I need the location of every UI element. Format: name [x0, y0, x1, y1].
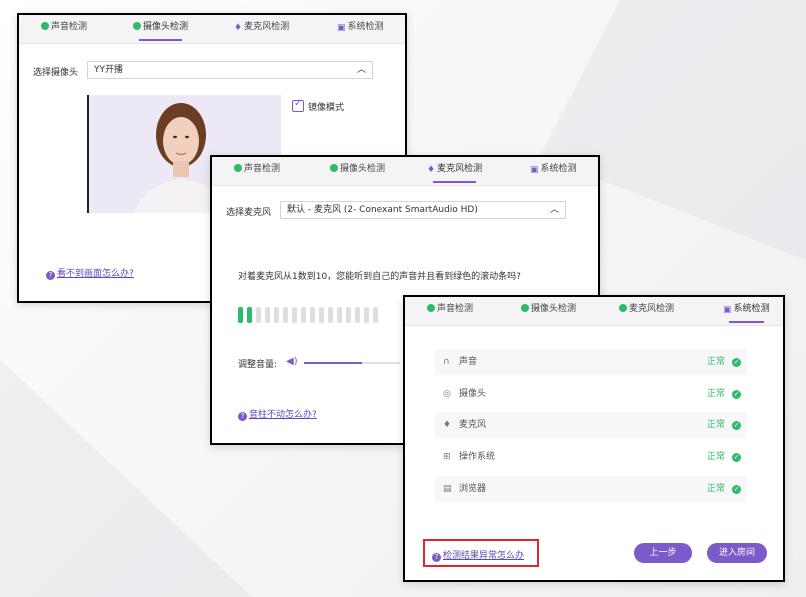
camera-icon: ◎ — [443, 389, 451, 399]
tab-bar: 声音检测 摄像头检测 ♦ 麦克风检测 ▣ 系统检测 — [19, 15, 405, 44]
system-check-panel: 声音检测 摄像头检测 麦克风检测 ▣ 系统检测 ∩ 声音 正常 ✓ ◎ 摄像头 正… — [403, 295, 785, 582]
system-item-browser: ▤ 浏览器 正常 ✓ — [435, 476, 747, 502]
check-circle-icon: ✓ — [732, 485, 741, 494]
system-item-sound: ∩ 声音 正常 ✓ — [435, 349, 747, 375]
camera-help-link[interactable]: ? 看不到画面怎么办? — [46, 266, 134, 280]
level-bar — [283, 307, 288, 323]
enter-room-button[interactable]: 进入房间 — [707, 543, 767, 563]
chevron-up-icon: ︿ — [356, 65, 366, 75]
system-item-os: ⊞ 操作系统 正常 ✓ — [435, 444, 747, 470]
headphones-icon: ∩ — [443, 357, 450, 367]
microphone-help-link[interactable]: ? 音柱不动怎么办? — [238, 407, 317, 421]
system-help-text: 检测结果异常怎么办 — [443, 551, 525, 561]
level-bar — [337, 307, 342, 323]
level-bar — [328, 307, 333, 323]
question-circle-icon: ? — [46, 271, 55, 280]
camera-select-value: YY开播 — [94, 65, 123, 75]
tab-camera[interactable]: 摄像头检测 — [133, 15, 188, 43]
speaker-icon: ◀) — [286, 356, 298, 367]
browser-icon: ▤ — [443, 484, 452, 494]
tab-sound[interactable]: 声音检测 — [234, 157, 280, 185]
level-bar — [373, 307, 378, 323]
microphone-help-text: 音柱不动怎么办? — [249, 410, 317, 420]
level-bar — [256, 307, 261, 323]
microphone-select-label: 选择麦克风 — [226, 208, 272, 218]
tab-microphone[interactable]: ♦ 麦克风检测 — [234, 15, 289, 43]
level-bar — [364, 307, 369, 323]
level-bar — [274, 307, 279, 323]
level-bar — [292, 307, 297, 323]
volume-label: 调整音量: — [238, 360, 278, 370]
check-circle-icon — [427, 304, 435, 312]
tab-camera[interactable]: 摄像头检测 — [330, 157, 385, 185]
level-bar — [238, 307, 243, 323]
volume-slider[interactable] — [304, 362, 400, 364]
microphone-level-meter — [238, 307, 388, 323]
check-circle-icon: ✓ — [732, 358, 741, 367]
level-bar — [319, 307, 324, 323]
microphone-icon: ♦ — [234, 23, 243, 33]
chevron-up-icon: ︿ — [549, 205, 559, 215]
tab-sound[interactable]: 声音检测 — [41, 15, 87, 43]
check-circle-icon: ✓ — [732, 453, 741, 462]
level-bar — [247, 307, 252, 323]
windows-icon: ⊞ — [443, 452, 451, 462]
tab-bar: 声音检测 摄像头检测 麦克风检测 ▣ 系统检测 — [405, 297, 783, 326]
tab-camera[interactable]: 摄像头检测 — [521, 297, 576, 325]
camera-help-text: 看不到画面怎么办? — [57, 269, 134, 279]
monitor-icon: ▣ — [337, 23, 346, 33]
microphone-select-value: 默认 - 麦克风 (2- Conexant SmartAudio HD) — [287, 205, 478, 215]
checkmark-icon: ✓ — [294, 98, 303, 109]
monitor-icon: ▣ — [723, 305, 732, 315]
microphone-instruction: 对着麦克风从1数到10，您能听到自己的声音并且看到绿色的滚动条吗? — [238, 272, 521, 282]
check-circle-icon: ✓ — [732, 390, 741, 399]
system-item-camera: ◎ 摄像头 正常 ✓ — [435, 381, 747, 407]
prev-step-button[interactable]: 上一步 — [634, 543, 692, 563]
camera-select[interactable]: YY开播 ︿ — [87, 61, 373, 79]
check-circle-icon — [234, 164, 242, 172]
system-help-link[interactable]: ? 检测结果异常怎么办 — [432, 548, 524, 562]
mirror-mode-label: 镜像模式 — [308, 103, 345, 113]
tab-system[interactable]: ▣ 系统检测 — [723, 297, 770, 325]
check-circle-icon — [521, 304, 529, 312]
microphone-icon: ♦ — [443, 420, 452, 430]
check-circle-icon: ✓ — [732, 421, 741, 430]
tab-microphone[interactable]: 麦克风检测 — [619, 297, 674, 325]
level-bar — [301, 307, 306, 323]
level-bar — [346, 307, 351, 323]
tab-bar: 声音检测 摄像头检测 ♦ 麦克风检测 ▣ 系统检测 — [212, 157, 598, 186]
tab-sound[interactable]: 声音检测 — [427, 297, 473, 325]
level-bar — [310, 307, 315, 323]
check-circle-icon — [41, 22, 49, 30]
check-circle-icon — [619, 304, 627, 312]
microphone-select[interactable]: 默认 - 麦克风 (2- Conexant SmartAudio HD) ︿ — [280, 201, 566, 219]
tab-microphone[interactable]: ♦ 麦克风检测 — [427, 157, 482, 185]
system-item-microphone: ♦ 麦克风 正常 ✓ — [435, 412, 747, 438]
check-circle-icon — [133, 22, 141, 30]
microphone-icon: ♦ — [427, 165, 436, 175]
level-bar — [355, 307, 360, 323]
volume-slider-fill — [304, 362, 362, 364]
monitor-icon: ▣ — [530, 165, 539, 175]
level-bar — [265, 307, 270, 323]
camera-select-label: 选择摄像头 — [33, 68, 79, 78]
question-circle-icon: ? — [432, 553, 441, 562]
question-circle-icon: ? — [238, 412, 247, 421]
check-circle-icon — [330, 164, 338, 172]
tab-system[interactable]: ▣ 系统检测 — [530, 157, 577, 185]
mirror-mode-checkbox[interactable]: ✓ — [292, 98, 304, 112]
tab-system[interactable]: ▣ 系统检测 — [337, 15, 384, 43]
